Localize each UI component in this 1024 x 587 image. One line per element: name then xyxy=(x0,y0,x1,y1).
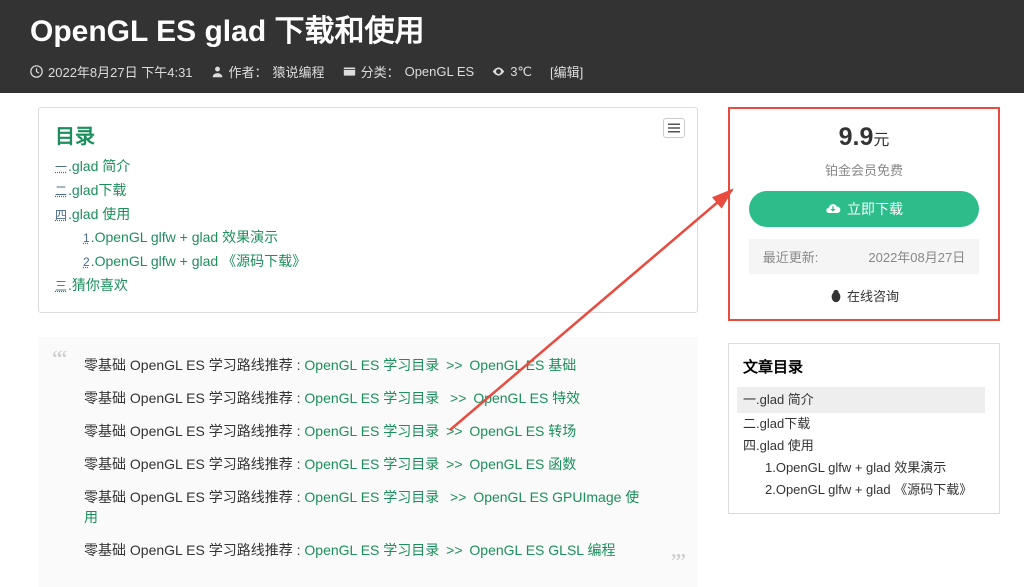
path-row: 零基础 OpenGL ES 学习路线推荐 : OpenGL ES 学习目录 >>… xyxy=(84,487,652,527)
consult-link[interactable]: 在线咨询 xyxy=(730,274,998,315)
penguin-icon xyxy=(829,289,843,303)
page-header: OpenGL ES glad 下载和使用 2022年8月27日 下午4:31 作… xyxy=(0,0,1024,93)
table-of-contents: 目录 一.glad 简介 二.glad下载 四.glad 使用 1.OpenGL… xyxy=(38,107,698,313)
article-toc: 文章目录 一.glad 简介二.glad下载四.glad 使用1.OpenGL … xyxy=(728,343,1000,514)
meta-category[interactable]: 分类：OpenGL ES xyxy=(343,62,475,81)
price: 9.9元 xyxy=(730,123,998,152)
toc-link-source[interactable]: 2.OpenGL glfw + glad 《源码下载》 xyxy=(83,253,306,269)
toc-link-usage[interactable]: 四.glad 使用 xyxy=(55,206,130,222)
toc-link-related[interactable]: 三.猜你喜欢 xyxy=(55,277,128,293)
side-toc-item[interactable]: 二.glad下载 xyxy=(743,413,985,435)
user-icon xyxy=(211,65,224,78)
hub-link[interactable]: OpenGL ES 学习目录 xyxy=(304,357,439,373)
target-link[interactable]: OpenGL ES 转场 xyxy=(469,423,576,439)
meta-author[interactable]: 作者：猿说编程 xyxy=(211,62,325,81)
toc-toggle-button[interactable] xyxy=(663,118,685,138)
hub-link[interactable]: OpenGL ES 学习目录 xyxy=(304,542,439,558)
toc-link-intro[interactable]: 一.glad 简介 xyxy=(55,158,130,174)
path-row: 零基础 OpenGL ES 学习路线推荐 : OpenGL ES 学习目录 >>… xyxy=(84,355,652,375)
sidebar: 9.9元 铂金会员免费 立即下载 最近更新: 2022年08月27日 在线咨询 … xyxy=(728,107,1000,587)
update-row: 最近更新: 2022年08月27日 xyxy=(749,239,979,274)
download-card: 9.9元 铂金会员免费 立即下载 最近更新: 2022年08月27日 在线咨询 xyxy=(728,107,1000,321)
membership-note: 铂金会员免费 xyxy=(730,160,998,179)
clock-icon xyxy=(30,65,43,78)
hub-link[interactable]: OpenGL ES 学习目录 xyxy=(304,423,439,439)
update-date: 2022年08月27日 xyxy=(868,247,965,266)
target-link[interactable]: OpenGL ES GLSL 编程 xyxy=(469,542,615,558)
page-title: OpenGL ES glad 下载和使用 xyxy=(30,6,994,50)
folder-icon xyxy=(343,65,356,78)
list-icon xyxy=(668,123,680,133)
toc-link-download[interactable]: 二.glad下载 xyxy=(55,182,126,198)
meta-views: 3℃ xyxy=(492,64,532,80)
main-content: 目录 一.glad 简介 二.glad下载 四.glad 使用 1.OpenGL… xyxy=(24,107,712,587)
path-row: 零基础 OpenGL ES 学习路线推荐 : OpenGL ES 学习目录 >>… xyxy=(84,421,652,441)
toc-title: 目录 xyxy=(55,120,681,149)
edit-link[interactable]: [编辑] xyxy=(550,62,583,81)
target-link[interactable]: OpenGL ES 函数 xyxy=(469,456,576,472)
path-row: 零基础 OpenGL ES 学习路线推荐 : OpenGL ES 学习目录 >>… xyxy=(84,540,652,560)
toc-link-demo[interactable]: 1.OpenGL glfw + glad 效果演示 xyxy=(83,229,278,245)
update-label: 最近更新: xyxy=(763,247,819,266)
target-link[interactable]: OpenGL ES 特效 xyxy=(473,390,580,406)
article-toc-title: 文章目录 xyxy=(743,356,985,377)
side-toc-item[interactable]: 一.glad 简介 xyxy=(737,387,985,413)
meta-date: 2022年8月27日 下午4:31 xyxy=(30,62,193,81)
side-toc-item[interactable]: 1.OpenGL glfw + glad 效果演示 xyxy=(743,457,985,479)
eye-icon xyxy=(492,65,505,78)
meta-row: 2022年8月27日 下午4:31 作者：猿说编程 分类：OpenGL ES 3… xyxy=(30,62,994,81)
hub-link[interactable]: OpenGL ES 学习目录 xyxy=(304,390,439,406)
cloud-download-icon xyxy=(825,201,841,217)
target-link[interactable]: OpenGL ES 基础 xyxy=(469,357,576,373)
side-toc-item[interactable]: 2.OpenGL glfw + glad 《源码下载》 xyxy=(743,479,985,501)
side-toc-item[interactable]: 四.glad 使用 xyxy=(743,435,985,457)
hub-link[interactable]: OpenGL ES 学习目录 xyxy=(304,489,439,505)
learning-paths-block: 零基础 OpenGL ES 学习路线推荐 : OpenGL ES 学习目录 >>… xyxy=(38,337,698,587)
download-button[interactable]: 立即下载 xyxy=(749,191,979,227)
path-row: 零基础 OpenGL ES 学习路线推荐 : OpenGL ES 学习目录 >>… xyxy=(84,388,652,408)
path-row: 零基础 OpenGL ES 学习路线推荐 : OpenGL ES 学习目录 >>… xyxy=(84,454,652,474)
hub-link[interactable]: OpenGL ES 学习目录 xyxy=(304,456,439,472)
